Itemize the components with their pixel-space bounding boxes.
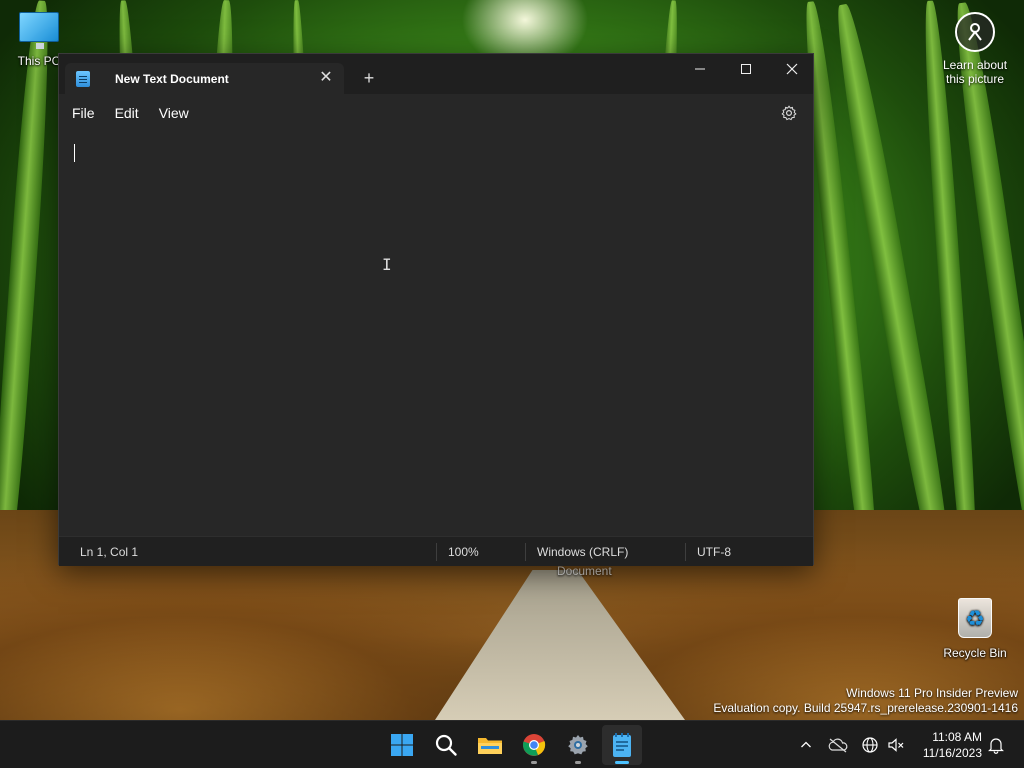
notification-center-button[interactable] — [984, 733, 1008, 757]
desktop-icon-label: Recycle Bin — [943, 646, 1007, 660]
status-cursor-position: Ln 1, Col 1 — [80, 545, 139, 559]
status-divider — [436, 543, 437, 561]
tab-new-text-document[interactable]: New Text Document ✕ — [65, 63, 344, 94]
status-zoom[interactable]: 100% — [448, 537, 479, 567]
notepad-button[interactable] — [602, 725, 642, 765]
chrome-icon — [523, 734, 546, 756]
clock-time: 11:08 AM — [932, 730, 982, 744]
desktop-icon-recycle-bin[interactable]: ♻ Recycle Bin — [936, 598, 1014, 660]
tab-close-icon[interactable]: ✕ — [318, 70, 334, 86]
windows-watermark: Windows 11 Pro Insider Preview Evaluatio… — [713, 686, 1018, 716]
status-divider — [525, 543, 526, 561]
chrome-button[interactable] — [514, 725, 554, 765]
notepad-icon — [613, 733, 631, 757]
onedrive-button[interactable] — [826, 733, 850, 757]
clock-date: 11/16/2023 — [922, 746, 982, 760]
new-tab-button[interactable]: + — [357, 66, 381, 90]
notepad-window: New Text Document ✕ + File Edit View I L… — [58, 53, 814, 566]
menu-view[interactable]: View — [149, 99, 199, 127]
learn-about-picture-label: Learn about this picture — [942, 58, 1008, 86]
status-divider — [685, 543, 686, 561]
settings-button[interactable] — [777, 101, 801, 125]
text-editor[interactable]: I — [59, 132, 813, 536]
status-encoding[interactable]: UTF-8 — [697, 537, 731, 567]
show-hidden-icons-button[interactable] — [794, 733, 818, 757]
recycle-bin-icon: ♻ — [958, 598, 992, 638]
network-button[interactable] — [858, 733, 882, 757]
search-icon — [435, 734, 457, 756]
search-button[interactable] — [426, 725, 466, 765]
gear-icon — [781, 105, 797, 121]
watermark-line-1: Windows 11 Pro Insider Preview — [846, 686, 1018, 700]
taskbar-clock[interactable]: 11:08 AM 11/16/2023 — [912, 729, 982, 761]
file-explorer-icon — [478, 738, 502, 754]
notepad-icon — [76, 70, 90, 87]
onedrive-icon — [828, 738, 848, 753]
menu-bar: File Edit View — [59, 94, 813, 132]
close-icon — [786, 63, 798, 75]
text-caret — [74, 144, 75, 162]
status-bar: Ln 1, Col 1 100% Windows (CRLF) UTF-8 — [59, 536, 813, 566]
settings-app-button[interactable] — [558, 725, 598, 765]
picture-info-icon — [955, 12, 995, 52]
volume-button[interactable] — [884, 733, 908, 757]
plus-icon: + — [363, 68, 375, 88]
network-icon — [862, 737, 878, 753]
active-indicator — [615, 761, 629, 764]
title-bar[interactable]: New Text Document ✕ + — [59, 54, 813, 94]
chevron-up-icon — [801, 741, 811, 748]
settings-icon — [568, 735, 588, 755]
maximize-button[interactable] — [723, 54, 769, 84]
maximize-icon — [741, 64, 751, 74]
taskbar: 11:08 AM 11/16/2023 — [0, 720, 1024, 768]
ibeam-cursor-icon: I — [382, 255, 392, 274]
running-indicator — [531, 761, 537, 764]
close-button[interactable] — [769, 54, 815, 84]
minimize-icon — [695, 68, 705, 70]
minimize-button[interactable] — [677, 54, 723, 84]
status-line-ending[interactable]: Windows (CRLF) — [537, 537, 628, 567]
windows-start-icon — [391, 734, 413, 756]
volume-muted-icon — [888, 738, 904, 752]
watermark-line-2: Evaluation copy. Build 25947.rs_prerelea… — [713, 701, 1018, 715]
file-explorer-button[interactable] — [470, 725, 510, 765]
running-indicator — [575, 761, 581, 764]
notification-bell-icon — [988, 738, 1004, 754]
menu-file[interactable]: File — [62, 99, 105, 127]
start-button[interactable] — [382, 725, 422, 765]
tab-title: New Text Document — [115, 71, 229, 86]
computer-icon — [19, 12, 59, 49]
learn-about-picture-button[interactable]: Learn about this picture — [938, 12, 1012, 86]
menu-edit[interactable]: Edit — [105, 99, 149, 127]
